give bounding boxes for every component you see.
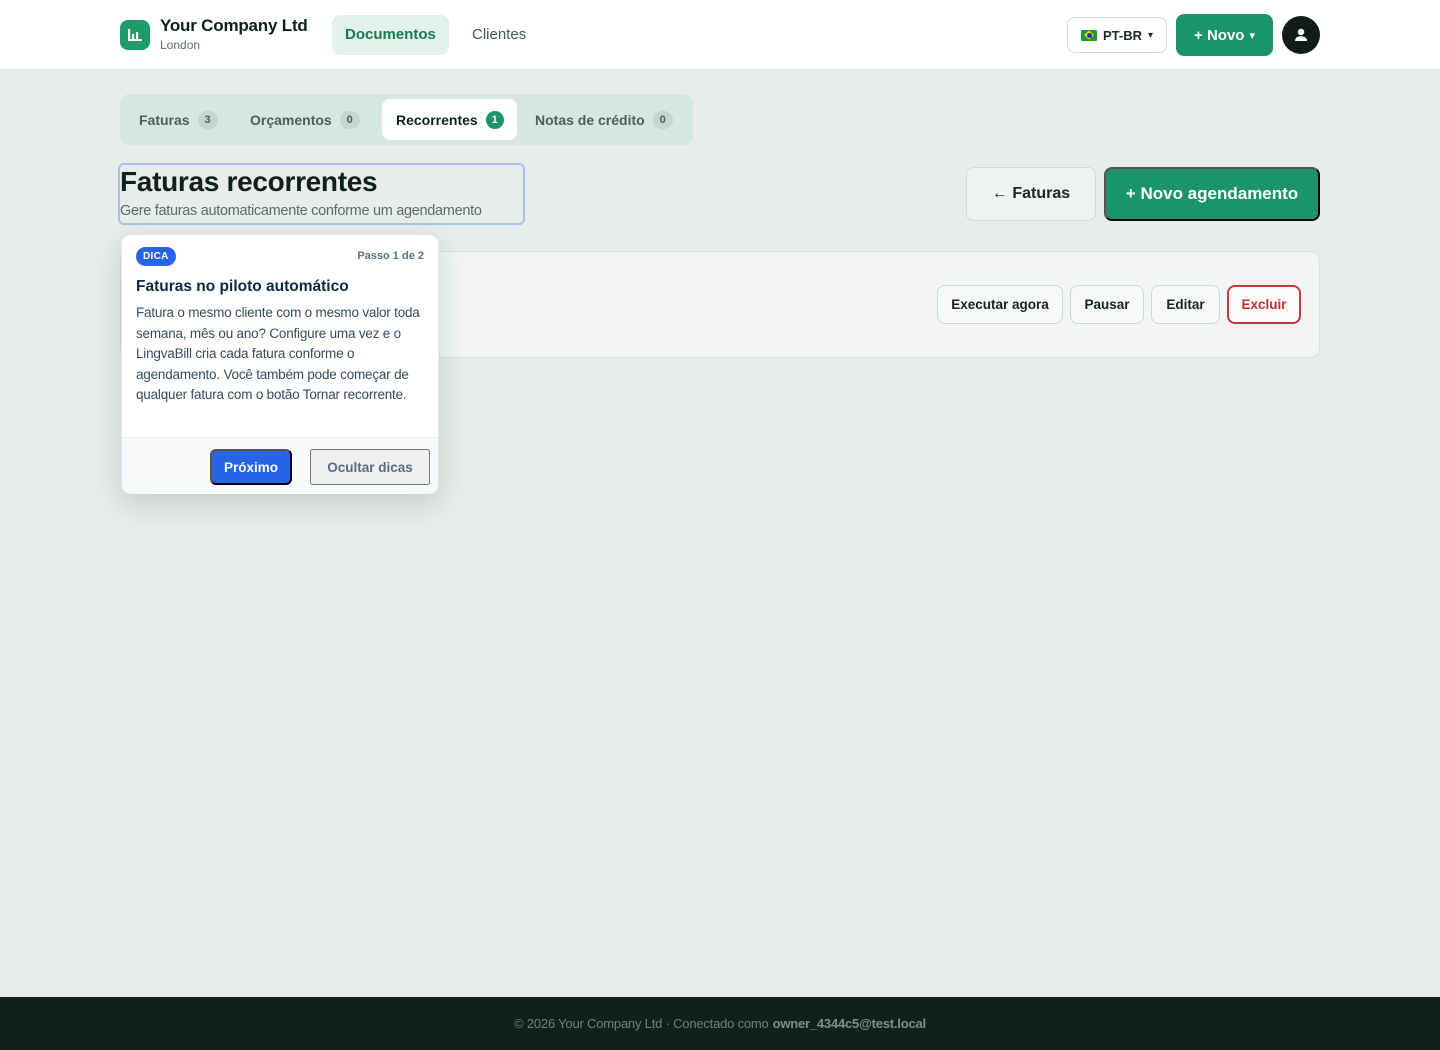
tab-count-badge: 1: [485, 110, 504, 129]
nav-documentos[interactable]: Documentos: [332, 15, 449, 55]
hide-tips-button[interactable]: Ocultar dicas: [310, 449, 430, 485]
language-label: PT-BR: [1102, 27, 1142, 43]
footer-text: © 2026 Your Company Ltd · Conectado como: [514, 1016, 769, 1031]
tip-title: Faturas no piloto automático: [136, 278, 349, 295]
tab-recorrentes[interactable]: Recorrentes 1: [382, 99, 517, 140]
tab-count-badge: 3: [197, 110, 218, 129]
run-now-button[interactable]: Executar agora: [937, 285, 1063, 324]
tip-badge: DICA: [136, 247, 176, 266]
tip-body: Fatura o mesmo cliente com o mesmo valor…: [136, 305, 420, 403]
document-tabs: Faturas 3 Orçamentos 0 Recorrentes 1 Not…: [120, 94, 693, 145]
company-city: London: [160, 38, 201, 52]
tab-label: Orçamentos: [250, 111, 332, 128]
page-subtitle: Gere faturas automaticamente conforme um…: [120, 203, 482, 219]
bar-chart-icon-svg: [128, 29, 142, 41]
tab-count-badge: 0: [339, 110, 360, 129]
footer-user-email: owner_4344c5@test.local: [772, 1016, 927, 1031]
bar-chart-icon[interactable]: [120, 20, 150, 50]
nav-clientes[interactable]: Clientes: [459, 15, 539, 55]
tab-label: Notas de crédito: [535, 111, 645, 128]
tab-orcamentos[interactable]: Orçamentos 0: [236, 99, 374, 140]
chevron-down-icon: ▾: [1147, 29, 1154, 41]
new-schedule-button[interactable]: + Novo agendamento: [1104, 167, 1320, 221]
new-document-button[interactable]: + Novo ▾: [1176, 14, 1273, 56]
page-footer: © 2026 Your Company Ltd · Conectado como…: [0, 997, 1440, 1050]
tab-label: Recorrentes: [396, 111, 478, 128]
company-name: Your Company Ltd: [160, 16, 308, 35]
pause-button[interactable]: Pausar: [1070, 285, 1144, 324]
tip-footer: Próximo Ocultar dicas: [122, 437, 438, 494]
delete-button[interactable]: Excluir: [1227, 285, 1301, 324]
chevron-down-icon: ▾: [1249, 29, 1255, 42]
tab-label: Faturas: [139, 111, 190, 128]
tip-step-indicator: Passo 1 de 2: [357, 250, 424, 262]
edit-button[interactable]: Editar: [1151, 285, 1220, 324]
user-avatar[interactable]: [1282, 16, 1320, 54]
tab-count-badge: 0: [652, 110, 673, 129]
tab-faturas[interactable]: Faturas 3: [125, 99, 232, 140]
brazil-flag-icon: [1080, 29, 1097, 41]
language-selector[interactable]: PT-BR ▾: [1067, 17, 1167, 53]
back-to-invoices-button[interactable]: ← Faturas: [966, 167, 1096, 221]
onboarding-tip-popover: DICA Passo 1 de 2 Faturas no piloto auto…: [121, 234, 439, 494]
user-icon: [1295, 28, 1307, 41]
top-bar: Your Company Ltd London Documentos Clien…: [0, 0, 1440, 70]
tab-notas-de-credito[interactable]: Notas de crédito 0: [521, 99, 687, 140]
page-header-highlight: Faturas recorrentes Gere faturas automat…: [118, 163, 525, 225]
tip-next-button[interactable]: Próximo: [210, 449, 292, 485]
page-title: Faturas recorrentes: [120, 166, 378, 197]
new-button-label: + Novo: [1194, 26, 1245, 44]
